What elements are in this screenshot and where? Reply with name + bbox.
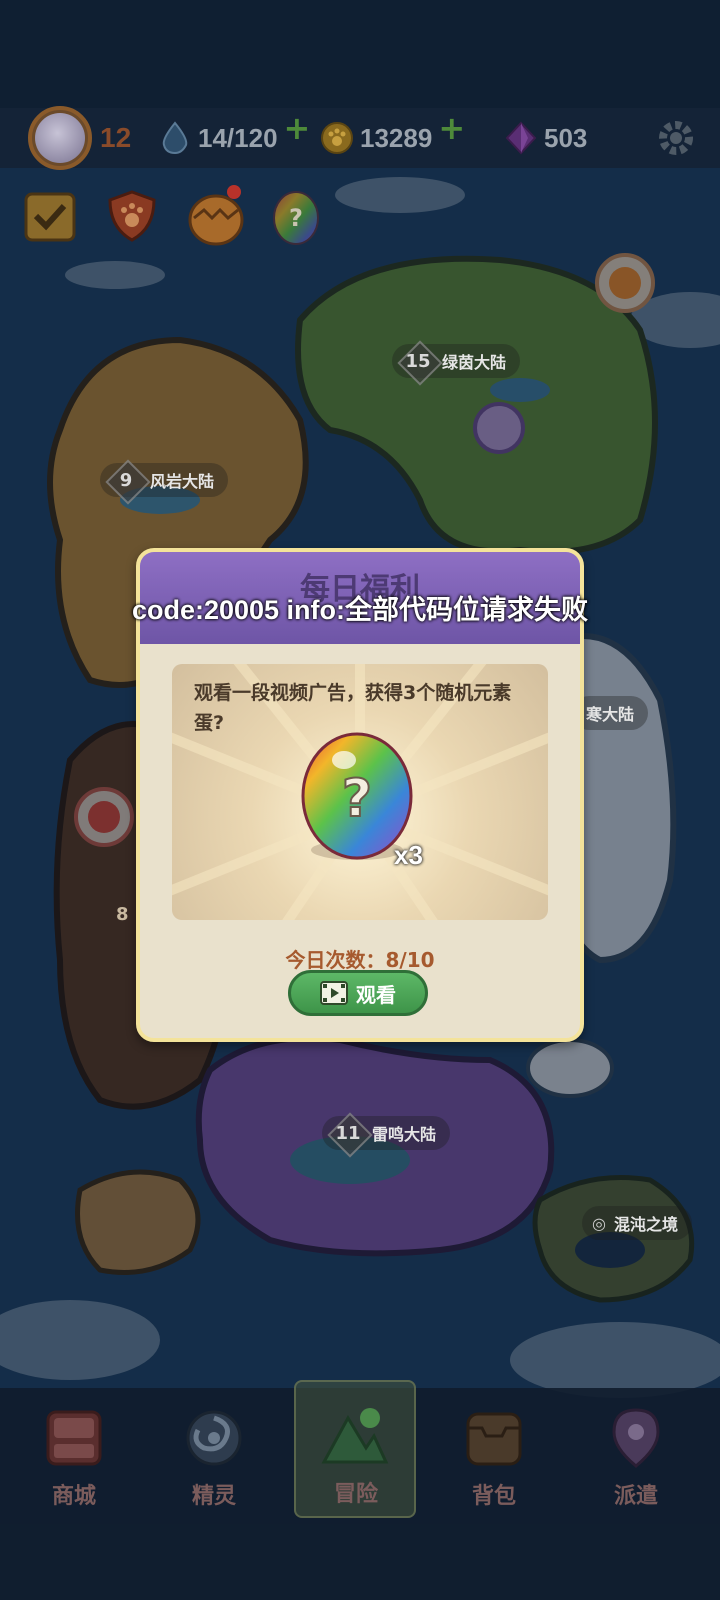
region-name: 绿茵大陆 [442,353,507,372]
region-label-thunder[interactable]: 11 雷鸣大陆 [322,1113,451,1153]
region-level-badge: 15 [398,341,438,381]
reward-quantity: x3 [394,840,423,870]
energy-value: 14/120 [198,122,278,153]
cracked-egg-icon [188,185,244,246]
svg-text:?: ? [342,769,372,829]
mountain-icon [321,1408,389,1464]
gear-icon [659,121,693,155]
region-name: 混沌之境 [613,1215,678,1234]
region-level: 9 [119,469,133,491]
region-label-green[interactable]: 15 绿茵大陆 [392,341,521,381]
gem-value: 503 [544,122,588,153]
egg-hatch-button[interactable] [184,184,248,248]
region-label-chaos[interactable]: ◎ 混沌之境 [582,1206,692,1240]
region-level: 11 [335,1122,361,1144]
tab-label: 冒险 [333,1482,378,1507]
add-coins-icon[interactable]: + [438,109,465,147]
add-energy-icon[interactable]: + [284,109,311,147]
water-drop-icon [162,121,188,155]
top-hud: 12 14/120 + 13289 + 503 [0,106,720,170]
paw-coin-icon [321,122,353,154]
map-pin-icon [612,1408,660,1468]
region-level-badge: 9 [106,460,146,500]
svg-text:?: ? [289,204,303,232]
daily-tasks-button[interactable] [22,188,78,244]
watch-ad-button[interactable]: 观看 [288,970,428,1016]
player-level: 12 [100,122,132,153]
watch-button-label: 观看 [356,982,396,1007]
swirl-icon [186,1410,242,1466]
paw-shield-icon [108,190,156,242]
region-level-lava: 8 [116,904,129,925]
region-level: 15 [405,350,431,372]
tab-shop[interactable]: 商城 [14,1400,134,1520]
tab-label: 派遣 [613,1484,658,1509]
daily-count: 今日次数：8/10 [285,948,435,972]
shop-icon [46,1410,102,1466]
tab-dispatch[interactable]: 派遣 [576,1400,696,1520]
region-name: 雷鸣大陆 [372,1125,437,1144]
tab-backpack[interactable]: 背包 [434,1400,554,1520]
rainbow-egg-button[interactable]: ? [268,186,324,246]
coin-value: 13289 [360,122,433,153]
region-name: 风岩大陆 [150,472,215,491]
backpack-icon [466,1412,522,1466]
gem-counter: 503 [504,108,587,168]
error-toast: code:20005 info:全部代码位请求失败 [131,595,589,625]
bottom-nav: 商城 精灵 冒险 背包 派遣 [0,1380,720,1600]
energy-counter: 14/120 + [160,108,310,168]
tab-label: 背包 [471,1484,516,1509]
paw-shield-button[interactable] [104,188,160,244]
tab-spirits[interactable]: 精灵 [154,1400,274,1520]
tab-label: 精灵 [191,1484,236,1509]
settings-button[interactable] [656,108,696,168]
region-level-badge: 11 [328,1113,368,1153]
spiral-icon: ◎ [592,1213,606,1233]
notification-dot [227,185,241,199]
reward-card: 观看一段视频广告，获得3个随机元素蛋? ? x3 [172,664,548,920]
player-profile[interactable]: 12 [28,106,132,170]
tab-adventure[interactable]: 冒险 [294,1380,416,1518]
region-name: 寒大陆 [586,705,635,724]
video-icon [320,981,348,1005]
gem-icon [505,121,537,155]
avatar[interactable] [28,106,92,170]
coin-counter: 13289 + [320,108,465,168]
rainbow-egg-icon: ? [273,191,319,245]
tab-label: 商城 [51,1484,96,1509]
checklist-icon [24,192,76,242]
avatar-image [35,113,85,163]
region-label-wind-rock[interactable]: 9 风岩大陆 [100,460,229,500]
